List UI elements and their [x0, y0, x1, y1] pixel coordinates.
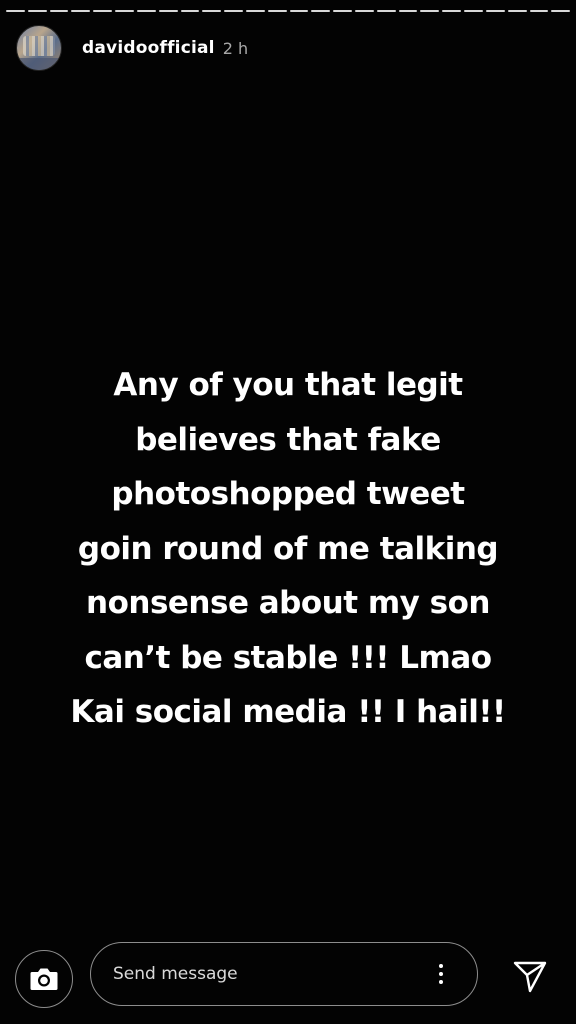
progress-segment: [158, 10, 178, 12]
progress-segment: [115, 10, 134, 12]
progress-segment: [551, 10, 571, 12]
story-text-line: photoshopped tweet: [111, 476, 465, 512]
story-progress-bar: [6, 10, 571, 13]
progress-segment: [267, 10, 287, 12]
progress-segment: [71, 10, 91, 12]
camera-button[interactable]: [15, 950, 73, 1008]
progress-segment: [289, 10, 309, 12]
story-text: Any of you that legit believes that fake…: [0, 358, 576, 740]
progress-segment: [136, 10, 156, 12]
progress-segment: [376, 10, 396, 12]
username[interactable]: davidoofficial: [82, 38, 215, 58]
send-icon: [513, 961, 547, 993]
progress-segment: [507, 10, 527, 12]
progress-segment: [529, 10, 549, 12]
progress-segment: [202, 10, 222, 12]
progress-segment: [333, 10, 352, 12]
progress-segment: [49, 10, 69, 12]
progress-segment: [464, 10, 483, 12]
story-text-line: Any of you that legit: [113, 367, 463, 403]
send-button[interactable]: [510, 956, 550, 996]
send-message-placeholder: Send message: [113, 964, 238, 984]
camera-icon: [30, 968, 58, 990]
progress-segment: [245, 10, 265, 12]
reply-bar: Send message: [0, 940, 576, 1008]
story-text-line: can’t be stable !!! Lmao: [84, 639, 492, 676]
story-text-line: goin round of me talking: [77, 530, 499, 567]
story-text-line: nonsense about my son: [86, 585, 490, 621]
send-message-input[interactable]: Send message: [90, 942, 478, 1006]
progress-segment: [6, 10, 25, 12]
avatar[interactable]: [16, 25, 62, 71]
progress-segment: [180, 10, 200, 12]
post-time: 2 h: [222, 38, 249, 58]
progress-segment: [311, 10, 331, 12]
progress-segment: [485, 10, 505, 12]
progress-segment: [355, 10, 374, 12]
progress-segment: [420, 10, 440, 12]
story-header: davidoofficial 2 h: [16, 25, 560, 71]
progress-segment: [398, 10, 418, 12]
progress-segment: [442, 10, 462, 12]
progress-segment: [93, 10, 113, 12]
story-text-line: believes that fake: [135, 421, 441, 458]
story-viewer: davidoofficial 2 h Any of you that legit…: [0, 0, 576, 1024]
more-vertical-icon[interactable]: [429, 959, 453, 989]
progress-segment: [224, 10, 243, 12]
progress-segment: [27, 10, 47, 12]
story-text-line: Kai social media !! I hail!!: [70, 694, 506, 730]
